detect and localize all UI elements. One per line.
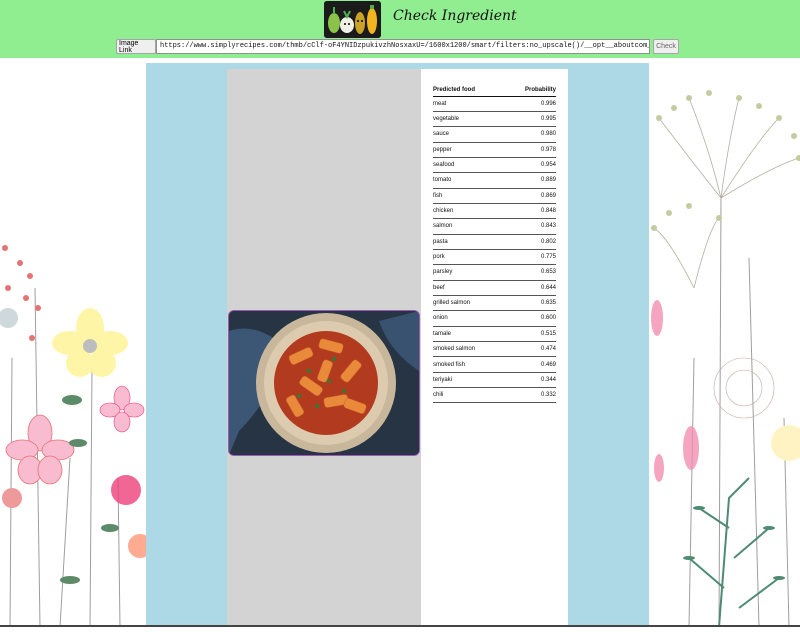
probability-value: 0.996 [503,96,556,112]
food-name: parsley [433,264,504,281]
probability-header: Probability [503,84,556,97]
table-row: meat 0.996 [433,96,556,112]
food-name: beef [433,280,504,296]
check-button[interactable]: Check [653,39,679,54]
probability-value: 0.889 [503,172,556,189]
vegetable-logo [324,1,381,38]
probability-value: 0.635 [503,295,556,312]
image-url-input[interactable]: https://www.simplyrecipes.com/thmb/cClf-… [156,39,650,54]
table-row: chili 0.332 [433,387,556,404]
food-name: meat [433,96,504,112]
food-name: fish [433,188,504,204]
table-row: salmon 0.843 [433,218,556,235]
food-name: seafood [433,157,504,174]
page-title: Check Ingredient [393,8,517,24]
table-row: pork 0.775 [433,249,556,266]
probability-value: 0.954 [503,157,556,174]
food-name: pasta [433,234,504,250]
food-name: smoked salmon [433,341,504,358]
probability-value: 0.843 [503,218,556,235]
probability-value: 0.802 [503,234,556,250]
table-row: sauce 0.980 [433,126,556,143]
food-name: pepper [433,142,504,158]
table-row: tamale 0.515 [433,326,556,343]
table-row: parsley 0.653 [433,264,556,281]
food-name: onion [433,310,504,327]
food-image [228,310,420,456]
food-name: smoked fish [433,356,504,373]
probability-value: 0.332 [503,387,556,404]
probability-value: 0.469 [503,356,556,373]
table-row: grilled salmon 0.635 [433,295,556,312]
table-row: chicken 0.848 [433,203,556,220]
table-row: onion 0.600 [433,310,556,327]
food-name: grilled salmon [433,295,504,312]
header-bar: Check Ingredient Image Link https://www.… [0,0,800,58]
probability-value: 0.995 [503,111,556,128]
probability-value: 0.644 [503,280,556,296]
probability-value: 0.515 [503,326,556,343]
food-name: teriyaki [433,372,504,389]
food-name: chicken [433,203,504,220]
table-row: teriyaki 0.344 [433,372,556,389]
table-row: smoked salmon 0.474 [433,341,556,358]
table-row: fish 0.869 [433,188,556,204]
probability-value: 0.775 [503,249,556,266]
table-row: pepper 0.978 [433,142,556,158]
food-name: chili [433,387,504,404]
table-row: smoked fish 0.469 [433,356,556,373]
image-link-button[interactable]: Image Link [116,39,156,54]
table-row: pasta 0.802 [433,234,556,250]
food-name: tamale [433,326,504,343]
probability-value: 0.848 [503,203,556,220]
probability-value: 0.869 [503,188,556,204]
food-name: sauce [433,126,504,143]
probability-value: 0.474 [503,341,556,358]
food-name: tomato [433,172,504,189]
table-row: seafood 0.954 [433,157,556,174]
food-name: pork [433,249,504,266]
prediction-table: Predicted food Probability meat 0.996 veg… [433,84,556,404]
predicted-food-header: Predicted food [433,84,504,97]
food-name: vegetable [433,111,504,128]
table-header-row: Predicted food Probability [433,84,556,97]
table-row: vegetable 0.995 [433,111,556,128]
probability-value: 0.653 [503,264,556,281]
floral-decoration-right [649,58,800,628]
food-name: salmon [433,218,504,235]
floral-decoration-left [0,58,152,628]
table-row: tomato 0.889 [433,172,556,189]
probability-value: 0.600 [503,310,556,327]
table-row: beef 0.644 [433,280,556,296]
probability-value: 0.344 [503,372,556,389]
probability-value: 0.978 [503,142,556,158]
probability-value: 0.980 [503,126,556,143]
